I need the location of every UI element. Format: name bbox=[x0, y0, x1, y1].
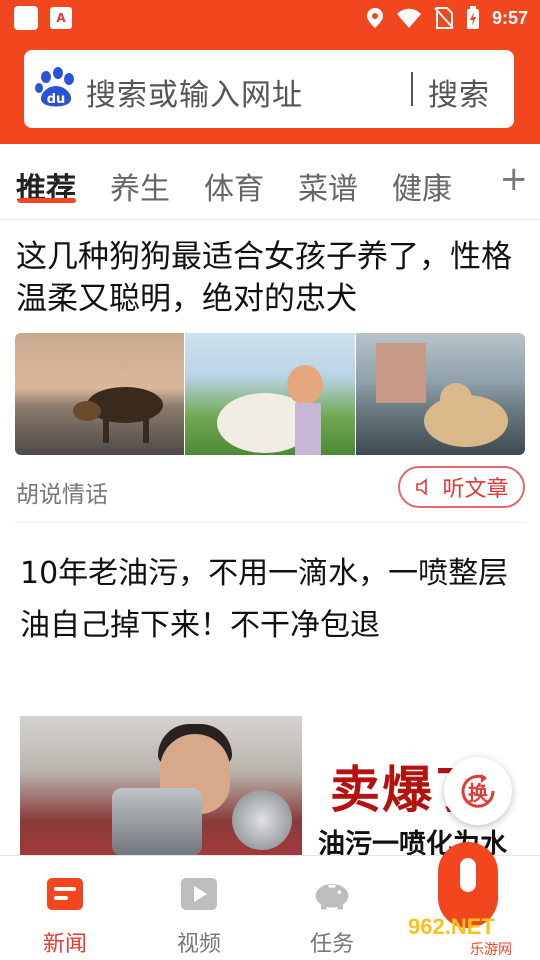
search-divider bbox=[411, 72, 413, 106]
article-source: 胡说情话 bbox=[16, 482, 108, 508]
dog-illustration-3 bbox=[375, 343, 508, 447]
refresh-button[interactable]: 换 bbox=[444, 757, 512, 825]
ad-pot bbox=[112, 788, 202, 856]
status-left: A bbox=[14, 6, 72, 30]
article-title[interactable]: 这几种狗狗最适合女孩子养了，性格温柔又聪明，绝对的忠犬 bbox=[16, 236, 526, 320]
listen-article-button[interactable]: 听文章 bbox=[398, 466, 525, 508]
dog-illustration-1 bbox=[73, 387, 163, 443]
nav-tasks-label: 任务 bbox=[309, 932, 354, 957]
tab-health-care[interactable]: 养生 bbox=[110, 164, 170, 208]
nav-news[interactable]: 新闻 bbox=[20, 876, 110, 958]
battery-charging-icon bbox=[466, 6, 479, 29]
ad-article-title[interactable]: 10年老油污，不用一滴水，一喷整层油自己掉下来！不干净包退 bbox=[20, 548, 520, 652]
no-sim-icon bbox=[434, 7, 454, 29]
status-time: 9:57 bbox=[491, 7, 528, 28]
notification-icon bbox=[14, 6, 38, 30]
status-bar: A 9:57 bbox=[0, 0, 540, 36]
dog-illustration-2 bbox=[217, 365, 324, 455]
tab-recipes[interactable]: 菜谱 bbox=[298, 164, 358, 208]
news-icon bbox=[47, 878, 83, 910]
listen-article-label: 听文章 bbox=[442, 477, 509, 502]
tabs-fade bbox=[442, 154, 502, 214]
nav-video[interactable]: 视频 bbox=[154, 876, 244, 958]
ad-image[interactable] bbox=[20, 716, 302, 856]
watermark-brand: 962.NET bbox=[408, 914, 495, 939]
search-bar[interactable]: du 搜索或输入网址 搜索 bbox=[24, 50, 514, 128]
baidu-logo-text: du bbox=[47, 92, 66, 107]
article-image-2 bbox=[185, 333, 355, 455]
article-image-row[interactable] bbox=[15, 333, 525, 455]
feed-divider bbox=[15, 522, 525, 523]
baidu-paw-icon: du bbox=[35, 67, 74, 107]
watermark-sub: 乐游网 bbox=[470, 942, 512, 958]
refresh-icon bbox=[461, 774, 495, 808]
speaker-icon bbox=[416, 478, 428, 496]
location-icon bbox=[366, 8, 383, 28]
status-right: 9:57 bbox=[366, 6, 528, 30]
site-watermark: 962.NET 乐游网 bbox=[408, 914, 512, 958]
wifi-icon bbox=[396, 8, 421, 28]
nav-news-label: 新闻 bbox=[42, 932, 87, 957]
search-input[interactable]: 搜索或输入网址 bbox=[86, 70, 303, 114]
article-image-1 bbox=[15, 333, 185, 455]
nav-tasks[interactable]: 任务 bbox=[287, 876, 377, 958]
active-tab-indicator bbox=[18, 198, 76, 203]
header: du 搜索或输入网址 搜索 bbox=[0, 36, 540, 144]
ad-lid bbox=[232, 790, 292, 850]
video-icon bbox=[181, 878, 217, 910]
add-tab-icon[interactable]: + bbox=[500, 162, 529, 196]
category-tabs: 推荐 养生 体育 菜谱 健康 + bbox=[0, 144, 540, 220]
nav-video-label: 视频 bbox=[176, 932, 221, 957]
tab-sports[interactable]: 体育 bbox=[204, 164, 264, 208]
app-badge-icon: A bbox=[50, 7, 72, 29]
article-image-3 bbox=[355, 333, 525, 455]
piggy-bank-icon bbox=[315, 884, 349, 910]
search-button[interactable]: 搜索 bbox=[428, 70, 490, 114]
